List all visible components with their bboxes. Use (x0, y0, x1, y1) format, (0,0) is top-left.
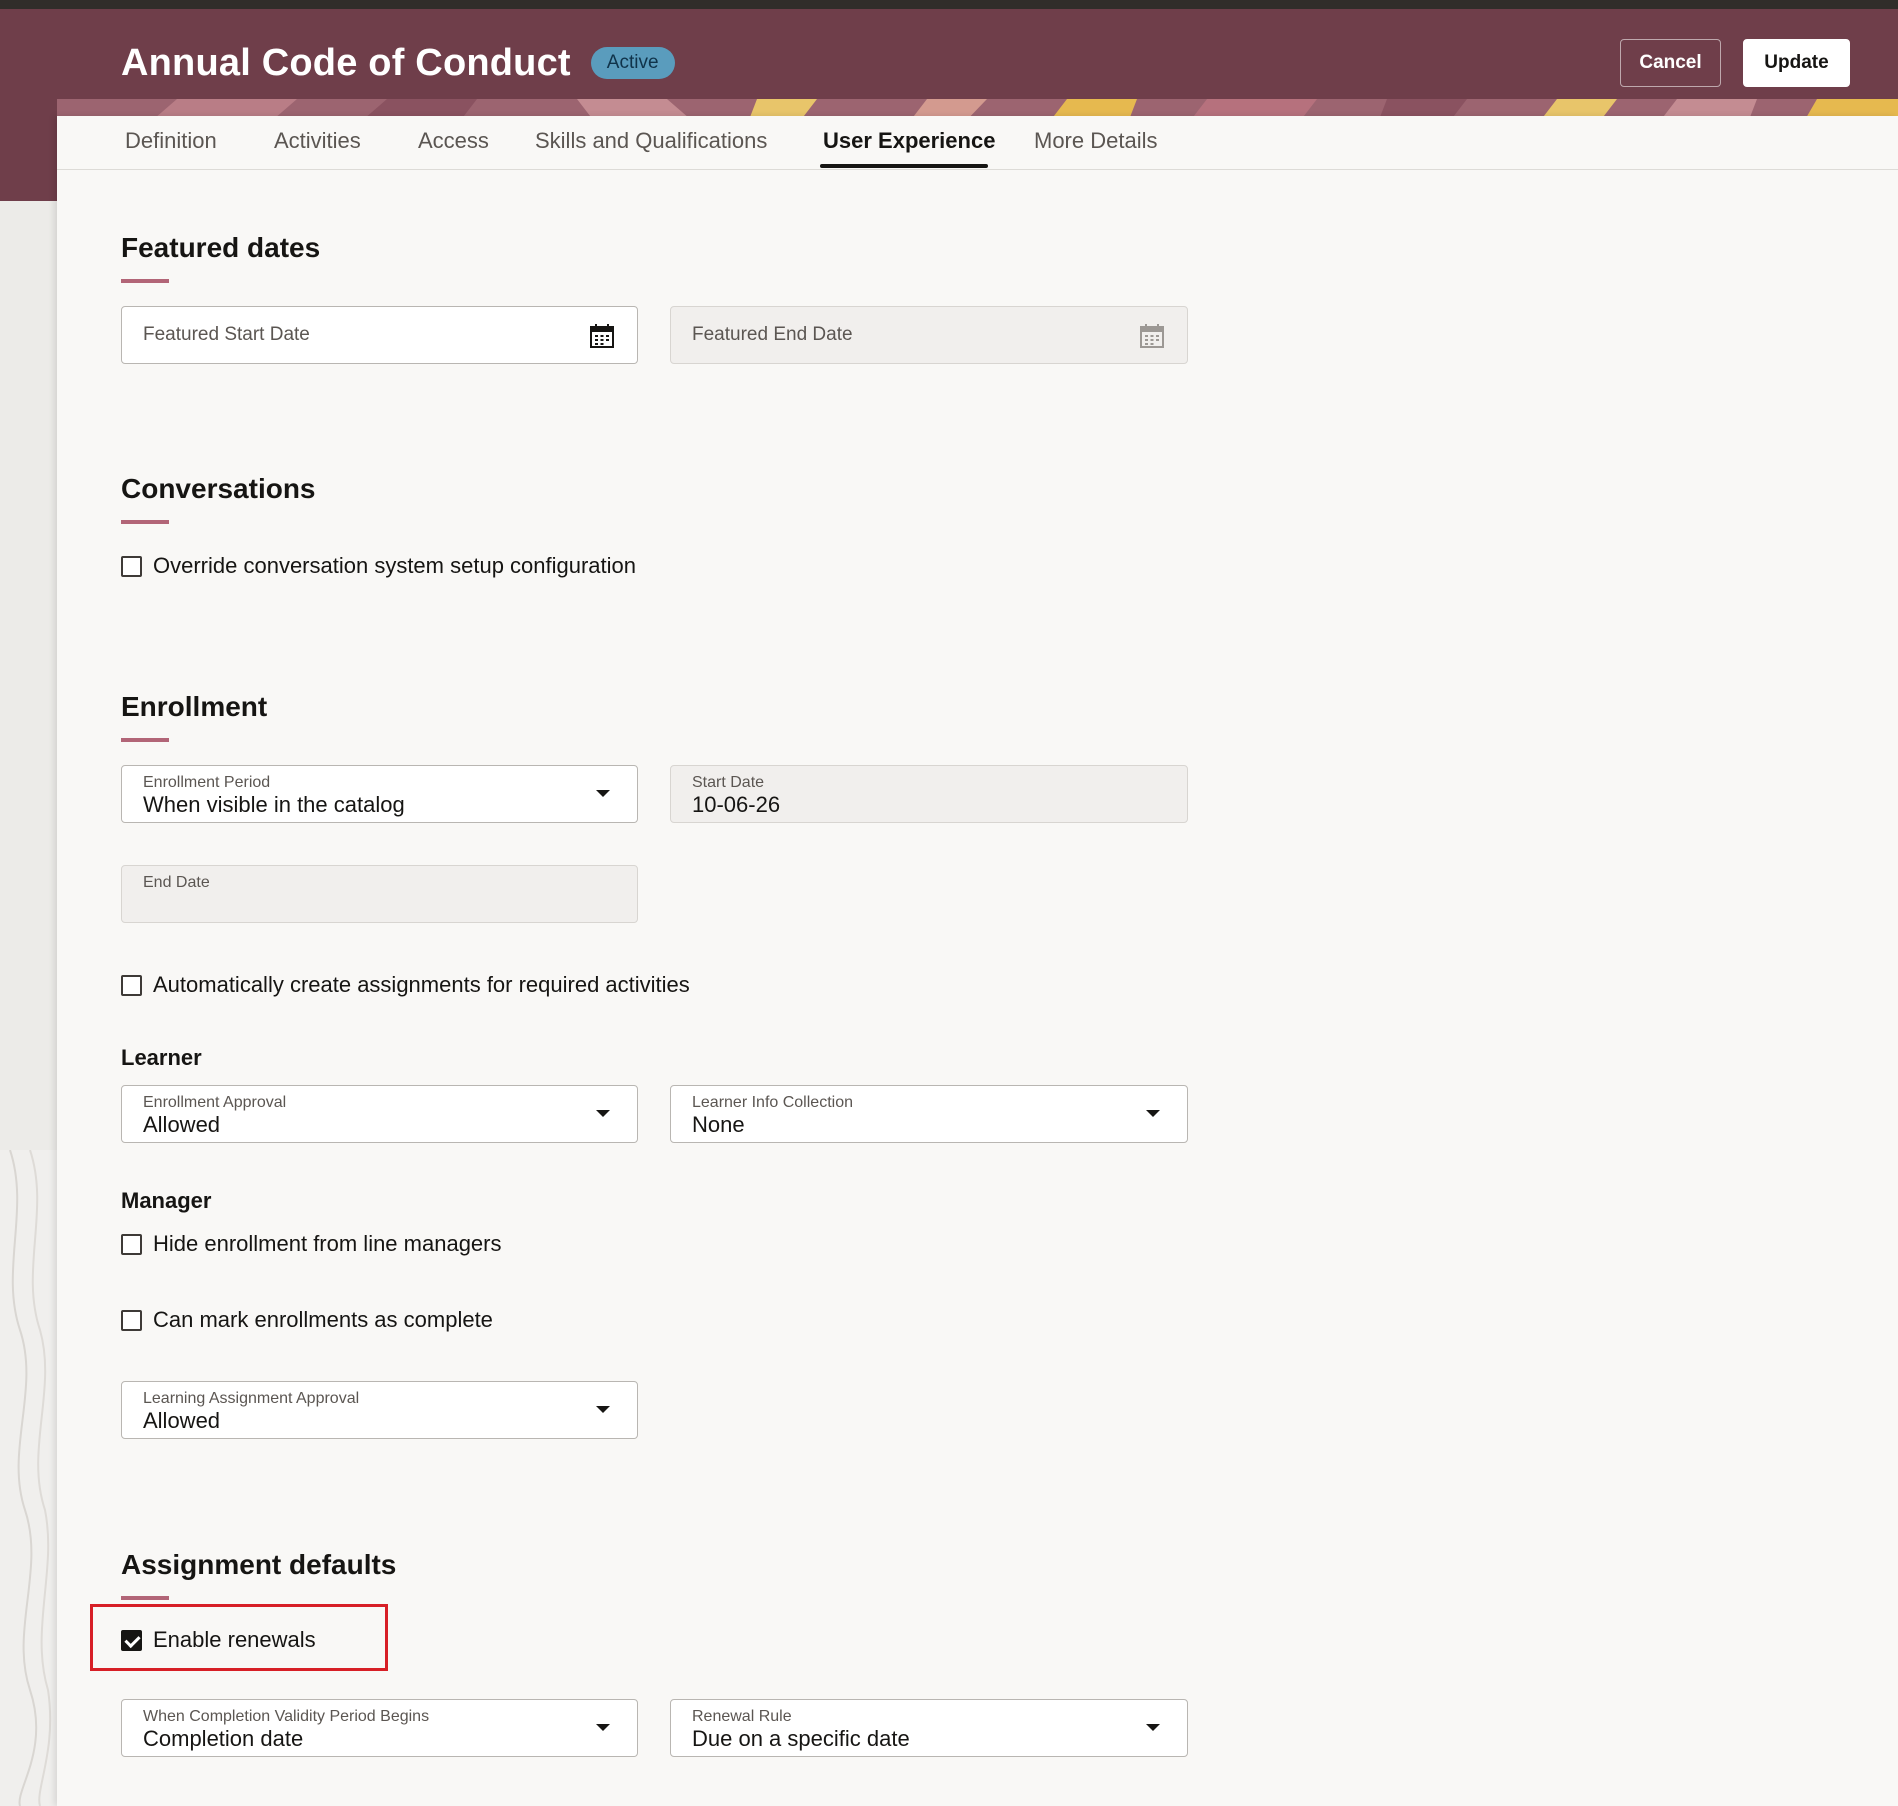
page-title: Annual Code of Conduct (121, 41, 571, 84)
learning-assignment-approval-label: Learning Assignment Approval (143, 1390, 360, 1407)
status-badge: Active (590, 47, 675, 79)
hide-enrollment-checkbox-row[interactable]: Hide enrollment from line managers (121, 1231, 502, 1257)
override-conversation-checkbox-row[interactable]: Override conversation system setup confi… (121, 553, 636, 579)
chevron-down-icon (596, 1406, 610, 1413)
enrollment-period-value: When visible in the catalog (143, 792, 405, 817)
enrollment-heading: Enrollment (121, 691, 268, 722)
featured-start-date-placeholder: Featured Start Date (143, 324, 310, 345)
enrollment-approval-value: Allowed (143, 1112, 221, 1137)
enrollment-approval-label: Enrollment Approval (143, 1094, 287, 1111)
end-date-field: End Date (121, 865, 638, 923)
enable-renewals-label: Enable renewals (153, 1627, 316, 1652)
hide-enrollment-label: Hide enrollment from line managers (153, 1231, 502, 1256)
hide-enrollment-checkbox[interactable] (121, 1233, 142, 1255)
override-conversation-label: Override conversation system setup confi… (153, 553, 637, 578)
completion-validity-value: Completion date (143, 1726, 304, 1751)
tab-user-experience[interactable]: User Experience (823, 128, 995, 154)
assignment-defaults-heading: Assignment defaults (121, 1549, 397, 1580)
renewal-rule-value: Due on a specific date (692, 1726, 910, 1751)
chevron-down-icon (1146, 1724, 1160, 1731)
learner-subheading: Learner (121, 1045, 202, 1070)
calendar-icon[interactable] (589, 323, 615, 349)
cancel-button[interactable]: Cancel (1620, 39, 1721, 87)
learner-info-collection-value: None (692, 1112, 745, 1137)
featured-dates-heading: Featured dates (121, 232, 321, 263)
enable-renewals-checkbox-row[interactable]: Enable renewals (121, 1627, 316, 1653)
renewal-rule-label: Renewal Rule (692, 1708, 792, 1725)
chevron-down-icon (1146, 1110, 1160, 1117)
section-accent-bar (121, 279, 169, 283)
tab-access[interactable]: Access (418, 128, 489, 154)
learner-info-collection-label: Learner Info Collection (692, 1094, 853, 1111)
featured-start-date-field[interactable]: Featured Start Date (121, 306, 638, 364)
enrollment-period-label: Enrollment Period (143, 774, 271, 791)
learning-assignment-approval-select[interactable]: Learning Assignment Approval Allowed (121, 1381, 638, 1439)
tab-more-details[interactable]: More Details (1034, 128, 1157, 154)
featured-end-date-placeholder: Featured End Date (692, 324, 853, 345)
auto-create-assignments-checkbox-row[interactable]: Automatically create assignments for req… (121, 972, 690, 998)
enrollment-approval-select[interactable]: Enrollment Approval Allowed (121, 1085, 638, 1143)
completion-validity-label: When Completion Validity Period Begins (143, 1708, 430, 1725)
learning-assignment-approval-value: Allowed (143, 1408, 221, 1433)
auto-create-assignments-checkbox[interactable] (121, 974, 142, 996)
mark-complete-checkbox-row[interactable]: Can mark enrollments as complete (121, 1307, 493, 1333)
tab-bar: Definition Activities Access Skills and … (57, 116, 1898, 170)
active-tab-indicator (820, 164, 988, 168)
background-topographic-pattern (0, 1150, 57, 1806)
tab-skills-and-qualifications[interactable]: Skills and Qualifications (535, 128, 767, 154)
override-conversation-checkbox[interactable] (121, 555, 142, 577)
tab-definition[interactable]: Definition (125, 128, 217, 154)
conversations-heading: Conversations (121, 473, 316, 504)
start-date-label: Start Date (692, 774, 765, 791)
start-date-value: 10-06-26 (692, 792, 781, 817)
main-content: Definition Activities Access Skills and … (57, 116, 1898, 1806)
learner-info-collection-select[interactable]: Learner Info Collection None (670, 1085, 1188, 1143)
chevron-down-icon (596, 1110, 610, 1117)
completion-validity-select[interactable]: When Completion Validity Period Begins C… (121, 1699, 638, 1757)
top-strip (0, 0, 1898, 9)
section-accent-bar (121, 520, 169, 524)
renewal-rule-select[interactable]: Renewal Rule Due on a specific date (670, 1699, 1188, 1757)
end-date-label: End Date (143, 874, 210, 891)
mark-complete-label: Can mark enrollments as complete (153, 1307, 493, 1332)
chevron-down-icon (596, 790, 610, 797)
section-accent-bar (121, 738, 169, 742)
featured-end-date-field[interactable]: Featured End Date (670, 306, 1188, 364)
enrollment-period-select[interactable]: Enrollment Period When visible in the ca… (121, 765, 638, 823)
mark-complete-checkbox[interactable] (121, 1309, 142, 1331)
manager-subheading: Manager (121, 1188, 212, 1213)
section-accent-bar (121, 1596, 169, 1600)
calendar-icon[interactable] (1139, 323, 1165, 349)
chevron-down-icon (596, 1724, 610, 1731)
enable-renewals-checkbox[interactable] (121, 1629, 142, 1651)
start-date-field: Start Date 10-06-26 (670, 765, 1188, 823)
tab-activities[interactable]: Activities (274, 128, 361, 154)
auto-create-assignments-label: Automatically create assignments for req… (153, 972, 690, 997)
update-button[interactable]: Update (1743, 39, 1850, 87)
